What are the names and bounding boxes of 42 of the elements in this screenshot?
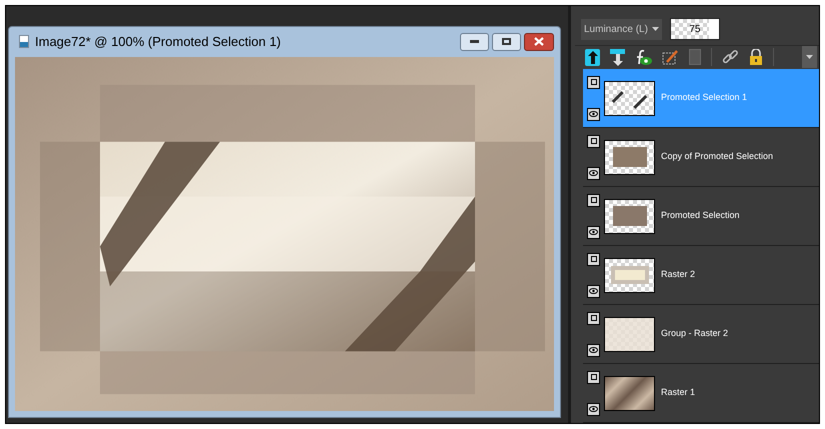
visibility-eye-icon[interactable]	[587, 284, 600, 298]
layer-thumbnail	[604, 316, 655, 352]
layer-type-icon[interactable]	[587, 370, 600, 384]
layer-thumbnail	[604, 376, 655, 410]
visibility-eye-icon[interactable]	[587, 344, 600, 356]
layer-thumbnail	[604, 140, 655, 174]
layer-type-icon[interactable]	[587, 76, 600, 88]
layer-name: Promoted Selection	[661, 209, 740, 222]
visibility-eye-icon[interactable]	[587, 108, 600, 120]
visibility-eye-icon[interactable]	[587, 166, 600, 180]
move-layer-down-icon[interactable]	[610, 48, 625, 66]
caret-icon	[652, 27, 659, 32]
layer-name: Raster 1	[661, 386, 696, 400]
layer-thumbnail	[604, 198, 655, 234]
opacity-value: 75	[689, 22, 700, 37]
opacity-slider[interactable]: 75	[670, 18, 720, 40]
move-layer-up-icon[interactable]	[585, 48, 600, 66]
minimize-button[interactable]	[460, 32, 489, 51]
layer-name: Group - Raster 2	[661, 327, 728, 340]
layer-type-icon[interactable]	[587, 312, 600, 324]
maximize-button[interactable]	[492, 32, 521, 51]
layer-type-icon[interactable]	[587, 134, 600, 148]
blend-mode-dropdown[interactable]: Luminance (L)	[581, 18, 662, 40]
close-icon	[534, 37, 544, 46]
lock-icon[interactable]	[749, 49, 763, 66]
effects-eye-icon[interactable]	[635, 48, 652, 66]
visibility-eye-icon[interactable]	[587, 402, 600, 416]
layer-thumbnail	[604, 80, 655, 116]
link-icon[interactable]	[722, 48, 739, 66]
layer-name: Raster 2	[661, 268, 696, 282]
layer-thumbnail	[604, 258, 655, 292]
window-title: Image72* @ 100% (Promoted Selection 1)	[35, 33, 281, 52]
frame-brush-icon[interactable]	[662, 48, 679, 66]
layer-name: Copy of Promoted Selection	[661, 150, 774, 164]
visibility-eye-icon[interactable]	[587, 226, 600, 238]
layer-type-icon[interactable]	[587, 252, 600, 266]
layer-name: Promoted Selection 1	[661, 91, 748, 104]
document-icon	[19, 35, 29, 48]
close-button[interactable]	[524, 32, 554, 51]
layer-type-icon[interactable]	[587, 194, 600, 206]
caret-icon	[806, 55, 813, 60]
toolbar-dropdown[interactable]	[802, 46, 817, 68]
